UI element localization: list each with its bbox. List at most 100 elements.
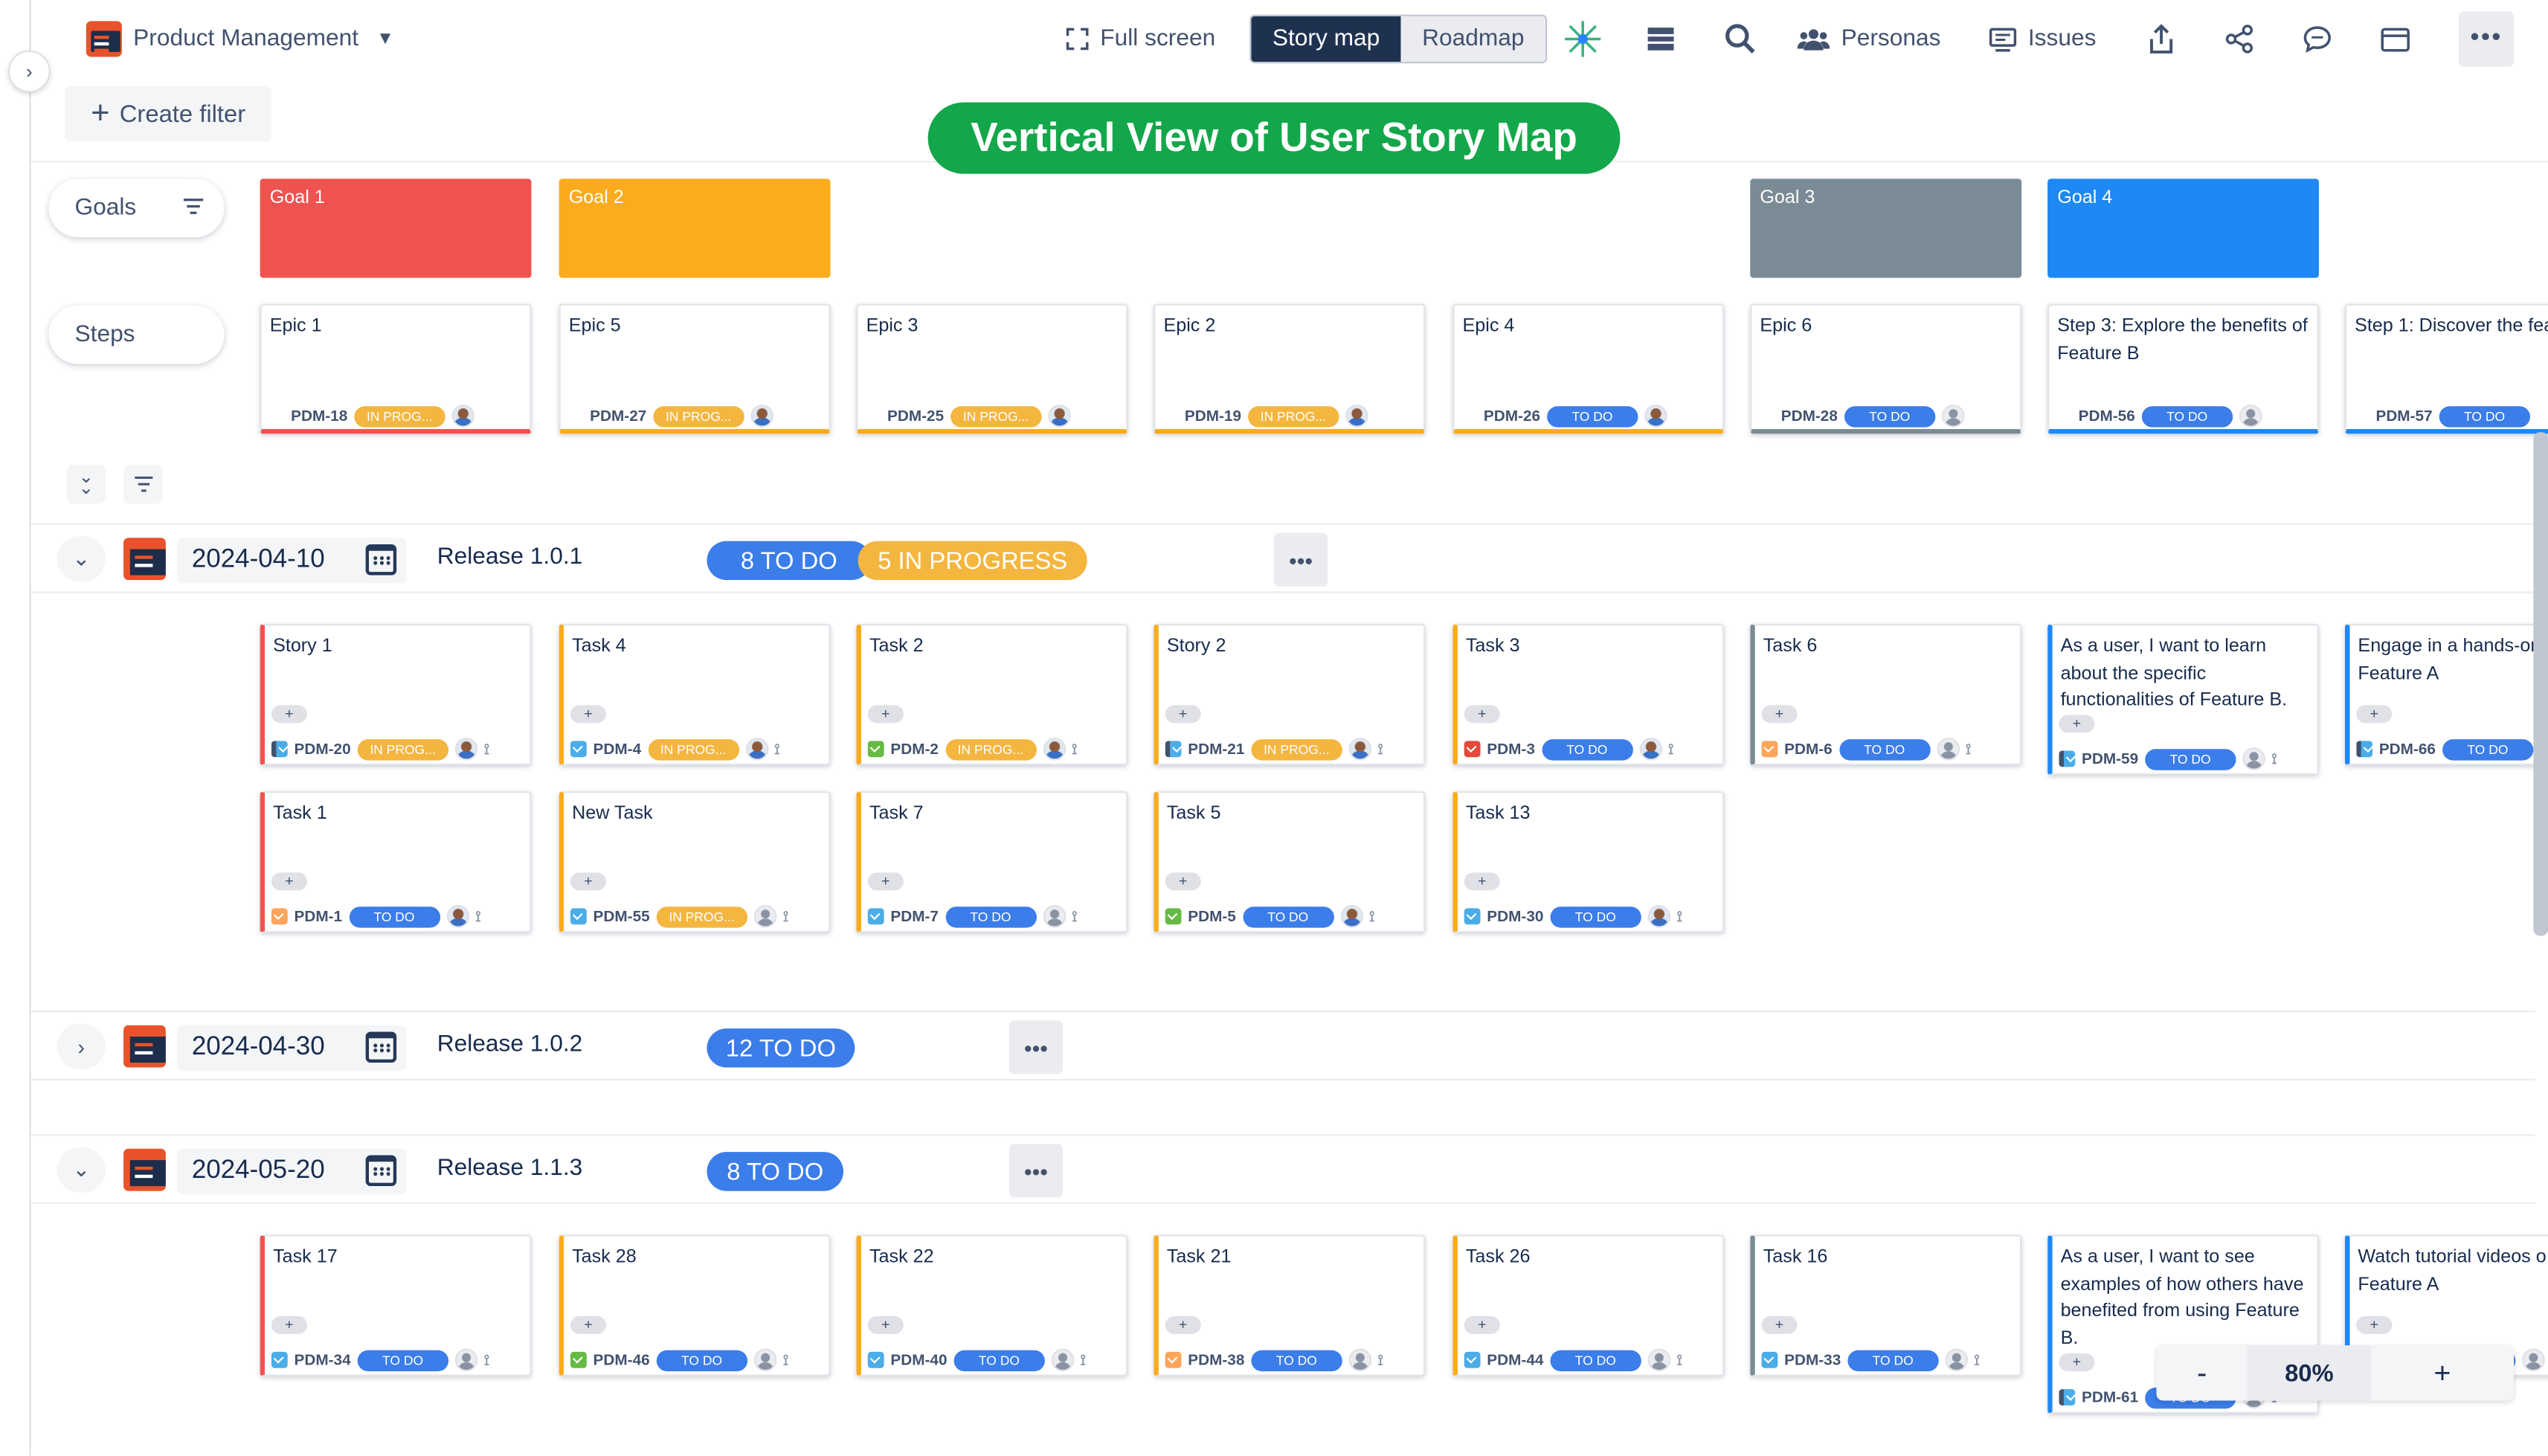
status-badge[interactable]: IN PROG... xyxy=(656,906,747,927)
epic-card[interactable]: Step 1: Discover the fea of Product X PDM… xyxy=(2344,303,2548,728)
avatar-icon[interactable] xyxy=(1348,1348,1371,1372)
goal-card[interactable]: Goal 4 xyxy=(2047,178,2319,278)
story-card[interactable]: New Task + PDM-55 IN PROG... ⟟ xyxy=(559,791,831,933)
avatar-icon[interactable] xyxy=(1647,1348,1670,1372)
avatar-icon[interactable] xyxy=(1647,905,1670,928)
avatar-icon[interactable] xyxy=(454,737,478,761)
status-badge[interactable]: TO DO xyxy=(2442,738,2534,760)
add-subtask-button[interactable]: + xyxy=(2356,705,2393,724)
collapse-release-button[interactable]: ⌄ xyxy=(57,1147,106,1193)
issue-key[interactable]: PDM-19 xyxy=(1185,407,1241,425)
hierarchy-icon[interactable]: ⟟ xyxy=(1378,741,1394,757)
release-more-button[interactable]: ••• xyxy=(1008,1144,1063,1198)
panel-button[interactable] xyxy=(2372,16,2418,62)
avatar-icon[interactable] xyxy=(2239,405,2262,428)
add-subtask-button[interactable]: + xyxy=(1761,1315,1798,1334)
calendar-icon[interactable] xyxy=(365,1155,397,1187)
avatar-icon[interactable] xyxy=(1644,405,1667,428)
issues-button[interactable]: Issues xyxy=(1989,13,2096,65)
epic-card[interactable]: Epic 1 PDM-18 IN PROG... xyxy=(260,303,532,728)
collapse-all-button[interactable]: ⌄ ⌄ xyxy=(66,464,106,504)
vertical-scrollbar[interactable] xyxy=(2533,432,2548,936)
issue-key[interactable]: PDM-40 xyxy=(890,1351,947,1369)
issue-key[interactable]: PDM-25 xyxy=(887,407,944,425)
avatar-icon[interactable] xyxy=(1042,905,1066,928)
avatar-icon[interactable] xyxy=(1051,1348,1074,1372)
hierarchy-icon[interactable]: ⟟ xyxy=(1677,1352,1693,1368)
goals-row-header[interactable]: Goals xyxy=(48,178,225,238)
status-badge[interactable]: TO DO xyxy=(1251,1349,1342,1371)
issue-key[interactable]: PDM-4 xyxy=(593,740,642,758)
issue-key[interactable]: PDM-56 xyxy=(2079,407,2135,425)
story-card[interactable]: Task 28 + PDM-46 TO DO ⟟ xyxy=(559,1234,831,1376)
issue-key[interactable]: PDM-59 xyxy=(2082,750,2138,767)
avatar-icon[interactable] xyxy=(750,405,773,428)
issue-key[interactable]: PDM-3 xyxy=(1487,740,1535,758)
issue-key[interactable]: PDM-30 xyxy=(1487,907,1543,925)
issue-key[interactable]: PDM-44 xyxy=(1487,1351,1543,1369)
issue-key[interactable]: PDM-6 xyxy=(1784,740,1833,758)
hierarchy-icon[interactable]: ⟟ xyxy=(1677,908,1693,924)
issue-key[interactable]: PDM-27 xyxy=(590,407,646,425)
issue-key[interactable]: PDM-2 xyxy=(890,740,939,758)
avatar-icon[interactable] xyxy=(744,737,768,761)
status-badge[interactable]: IN PROG... xyxy=(357,738,448,760)
story-card[interactable]: Story 2 + PDM-21 IN PROG... ⟟ xyxy=(1154,624,1426,766)
add-subtask-button[interactable]: + xyxy=(1165,705,1201,724)
avatar-icon[interactable] xyxy=(1348,737,1371,761)
avatar-icon[interactable] xyxy=(1339,905,1363,928)
avatar-icon[interactable] xyxy=(1945,1348,1968,1372)
search-button[interactable] xyxy=(1718,16,1763,62)
avatar-icon[interactable] xyxy=(1042,737,1066,761)
add-subtask-button[interactable]: + xyxy=(1165,872,1201,891)
add-subtask-button[interactable]: + xyxy=(1464,705,1500,724)
status-badge[interactable]: IN PROG... xyxy=(1247,405,1339,427)
hierarchy-icon[interactable]: ⟟ xyxy=(475,908,492,924)
epic-card[interactable]: Epic 4 PDM-26 TO DO xyxy=(1452,303,1725,728)
story-card[interactable]: Task 3 + PDM-3 TO DO ⟟ xyxy=(1452,624,1725,766)
goal-card[interactable]: Goal 3 xyxy=(1750,178,2022,278)
avatar-icon[interactable] xyxy=(451,405,474,428)
status-badge[interactable]: TO DO xyxy=(656,1349,747,1371)
status-badge[interactable]: IN PROG... xyxy=(653,405,744,427)
hierarchy-icon[interactable]: ⟟ xyxy=(484,1352,501,1368)
status-badge[interactable]: TO DO xyxy=(1541,738,1632,760)
tab-story-map[interactable]: Story map xyxy=(1251,16,1401,62)
project-switcher[interactable]: Product Management ▼ xyxy=(86,13,394,65)
add-subtask-button[interactable]: + xyxy=(570,872,607,891)
status-badge[interactable]: TO DO xyxy=(1546,405,1638,427)
avatar-icon[interactable] xyxy=(2522,1348,2546,1372)
status-badge[interactable]: IN PROG... xyxy=(353,405,445,427)
story-card[interactable]: Task 17 + PDM-34 TO DO ⟟ xyxy=(260,1234,532,1376)
hierarchy-icon[interactable]: ⟟ xyxy=(783,908,800,924)
issue-key[interactable]: PDM-1 xyxy=(294,907,342,925)
story-card[interactable]: Story 1 + PDM-20 IN PROG... ⟟ xyxy=(260,624,532,766)
avatar-icon[interactable] xyxy=(1345,405,1368,428)
calendar-icon[interactable] xyxy=(365,1031,397,1063)
hierarchy-icon[interactable]: ⟟ xyxy=(1369,908,1386,924)
issue-key[interactable]: PDM-55 xyxy=(593,907,650,925)
avatar-icon[interactable] xyxy=(445,905,469,928)
issue-key[interactable]: PDM-7 xyxy=(890,907,939,925)
add-subtask-button[interactable]: + xyxy=(1165,1315,1201,1334)
story-card[interactable]: Task 16 + PDM-33 TO DO ⟟ xyxy=(1750,1234,2022,1376)
sort-filter-button[interactable] xyxy=(123,464,163,504)
hierarchy-icon[interactable]: ⟟ xyxy=(1378,1352,1394,1368)
status-badge[interactable]: IN PROG... xyxy=(647,738,739,760)
add-subtask-button[interactable]: + xyxy=(867,705,904,724)
avatar-icon[interactable] xyxy=(1638,737,1662,761)
add-subtask-button[interactable]: + xyxy=(271,1315,307,1334)
status-badge[interactable]: TO DO xyxy=(2144,748,2236,770)
issue-key[interactable]: PDM-34 xyxy=(294,1351,350,1369)
status-badge[interactable]: IN PROG... xyxy=(950,405,1042,427)
story-card[interactable]: Task 7 + PDM-7 TO DO ⟟ xyxy=(856,791,1128,933)
add-subtask-button[interactable]: + xyxy=(271,705,307,724)
status-badge[interactable]: TO DO xyxy=(2439,405,2530,427)
issue-key[interactable]: PDM-33 xyxy=(1784,1351,1841,1369)
hierarchy-icon[interactable]: ⟟ xyxy=(1966,741,1982,757)
release-more-button[interactable]: ••• xyxy=(1008,1020,1063,1075)
story-card[interactable]: Task 26 + PDM-44 TO DO ⟟ xyxy=(1452,1234,1725,1376)
avatar-icon[interactable] xyxy=(753,1348,777,1372)
avatar-icon[interactable] xyxy=(454,1348,478,1372)
epic-card[interactable]: Step 3: Explore the benefits of Feature … xyxy=(2047,303,2319,728)
